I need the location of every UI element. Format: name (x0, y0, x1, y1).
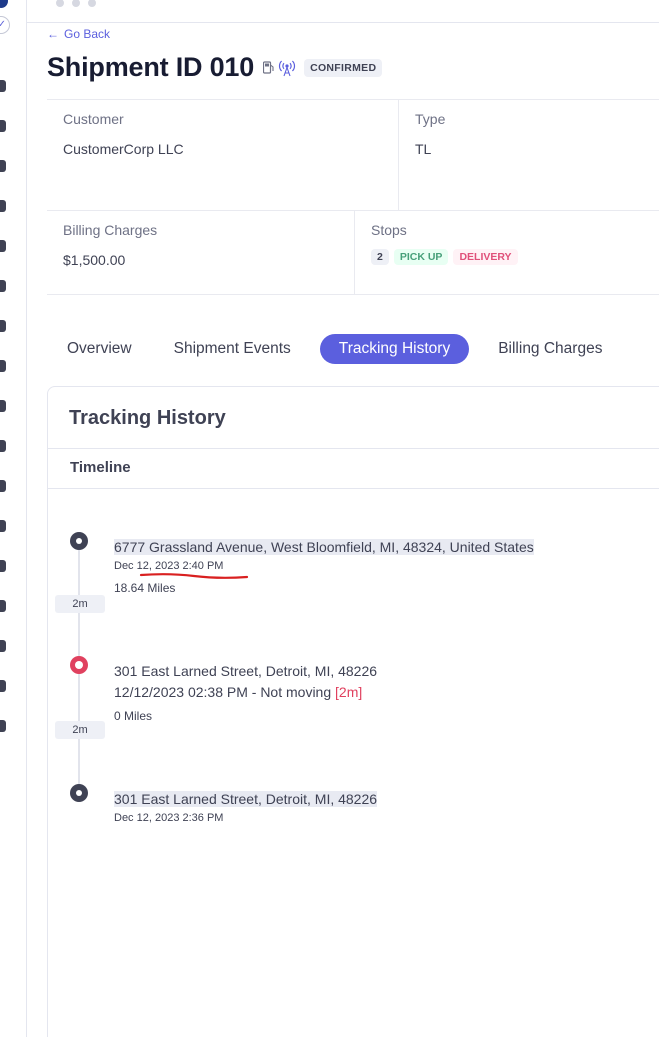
red-underline-annotation (139, 573, 249, 579)
duration-badge: 2m (55, 595, 105, 613)
nav-icon[interactable] (0, 120, 6, 132)
stops-badges: 2 PICK UP DELIVERY (371, 249, 643, 265)
shipment-info-grid: Customer CustomerCorp LLC Type TL Billin… (47, 99, 659, 295)
nav-icon[interactable] (0, 480, 6, 492)
card-title: Tracking History (69, 407, 226, 429)
tab-billing-charges[interactable]: Billing Charges (485, 334, 615, 364)
nav-icon[interactable] (0, 280, 6, 292)
nav-icon[interactable] (0, 320, 6, 332)
pickup-badge: PICK UP (393, 249, 449, 265)
timeline-dot-alert (70, 656, 88, 674)
nav-icon[interactable] (0, 80, 6, 92)
tab-bar: Overview Shipment Events Tracking Histor… (54, 334, 631, 364)
page-header: Shipment ID 010 CONFIRMED (47, 52, 383, 83)
billing-cell: Billing Charges $1,500.00 (47, 211, 355, 295)
header-divider (27, 22, 659, 23)
nav-icon[interactable] (0, 240, 6, 252)
nav-icon[interactable] (0, 640, 6, 652)
nav-icon[interactable] (0, 520, 6, 532)
antenna-icon (278, 60, 296, 76)
event-miles: 18.64 Miles (114, 581, 176, 595)
divider (48, 488, 659, 489)
nav-icon[interactable] (0, 400, 6, 412)
event-address: 301 East Larned Street, Detroit, MI, 482… (114, 663, 378, 679)
tab-tracking-history[interactable]: Tracking History (319, 334, 470, 364)
stops-cell: Stops 2 PICK UP DELIVERY (355, 211, 659, 295)
event-time: Dec 12, 2023 2:36 PM (114, 812, 224, 824)
customer-label: Customer (63, 111, 124, 127)
nav-icon[interactable] (0, 560, 6, 572)
type-label: Type (415, 111, 446, 127)
nav-icon[interactable] (0, 680, 6, 692)
timeline-heading: Timeline (70, 459, 131, 476)
nav-icon[interactable] (0, 160, 6, 172)
timeline-dot (70, 784, 88, 802)
tab-overview[interactable]: Overview (54, 334, 145, 364)
breadcrumb-faded (56, 0, 116, 7)
type-cell: Type TL (399, 100, 659, 211)
event-address: 6777 Grassland Avenue, West Bloomfield, … (114, 539, 534, 555)
page-title: Shipment ID 010 (47, 52, 255, 82)
event-status-duration: [2m] (335, 684, 363, 700)
nav-icon[interactable] (0, 360, 6, 372)
event-status: 12/12/2023 02:38 PM - Not moving [2m] (114, 684, 362, 700)
logo-icon (0, 0, 8, 8)
go-back-link[interactable]: ← Go Back (47, 27, 110, 41)
nav-icon[interactable] (0, 200, 6, 212)
delivery-badge: DELIVERY (453, 249, 518, 265)
event-miles: 0 Miles (114, 709, 153, 723)
nav-icon[interactable] (0, 440, 6, 452)
type-value: TL (415, 141, 432, 157)
event-address: 301 East Larned Street, Detroit, MI, 482… (114, 791, 378, 807)
fuel-pump-icon (263, 61, 274, 74)
arrow-left-icon: ← (47, 27, 59, 41)
check-icon[interactable]: ✓ (0, 16, 10, 34)
nav-icon[interactable] (0, 720, 6, 732)
divider (48, 448, 659, 449)
event-status-text: 12/12/2023 02:38 PM - Not moving (114, 684, 332, 700)
stops-count-badge: 2 (371, 249, 389, 265)
nav-icon[interactable] (0, 600, 6, 612)
duration-badge: 2m (55, 721, 105, 739)
status-badge: CONFIRMED (304, 58, 383, 77)
billing-value: $1,500.00 (63, 252, 126, 268)
side-nav-rail: ✓ (0, 0, 27, 1037)
go-back-label: Go Back (64, 27, 111, 41)
customer-cell: Customer CustomerCorp LLC (47, 100, 399, 211)
billing-label: Billing Charges (63, 222, 158, 238)
customer-value: CustomerCorp LLC (63, 141, 184, 157)
timeline-dot (70, 532, 88, 550)
stops-label: Stops (371, 222, 407, 238)
tab-shipment-events[interactable]: Shipment Events (161, 334, 304, 364)
